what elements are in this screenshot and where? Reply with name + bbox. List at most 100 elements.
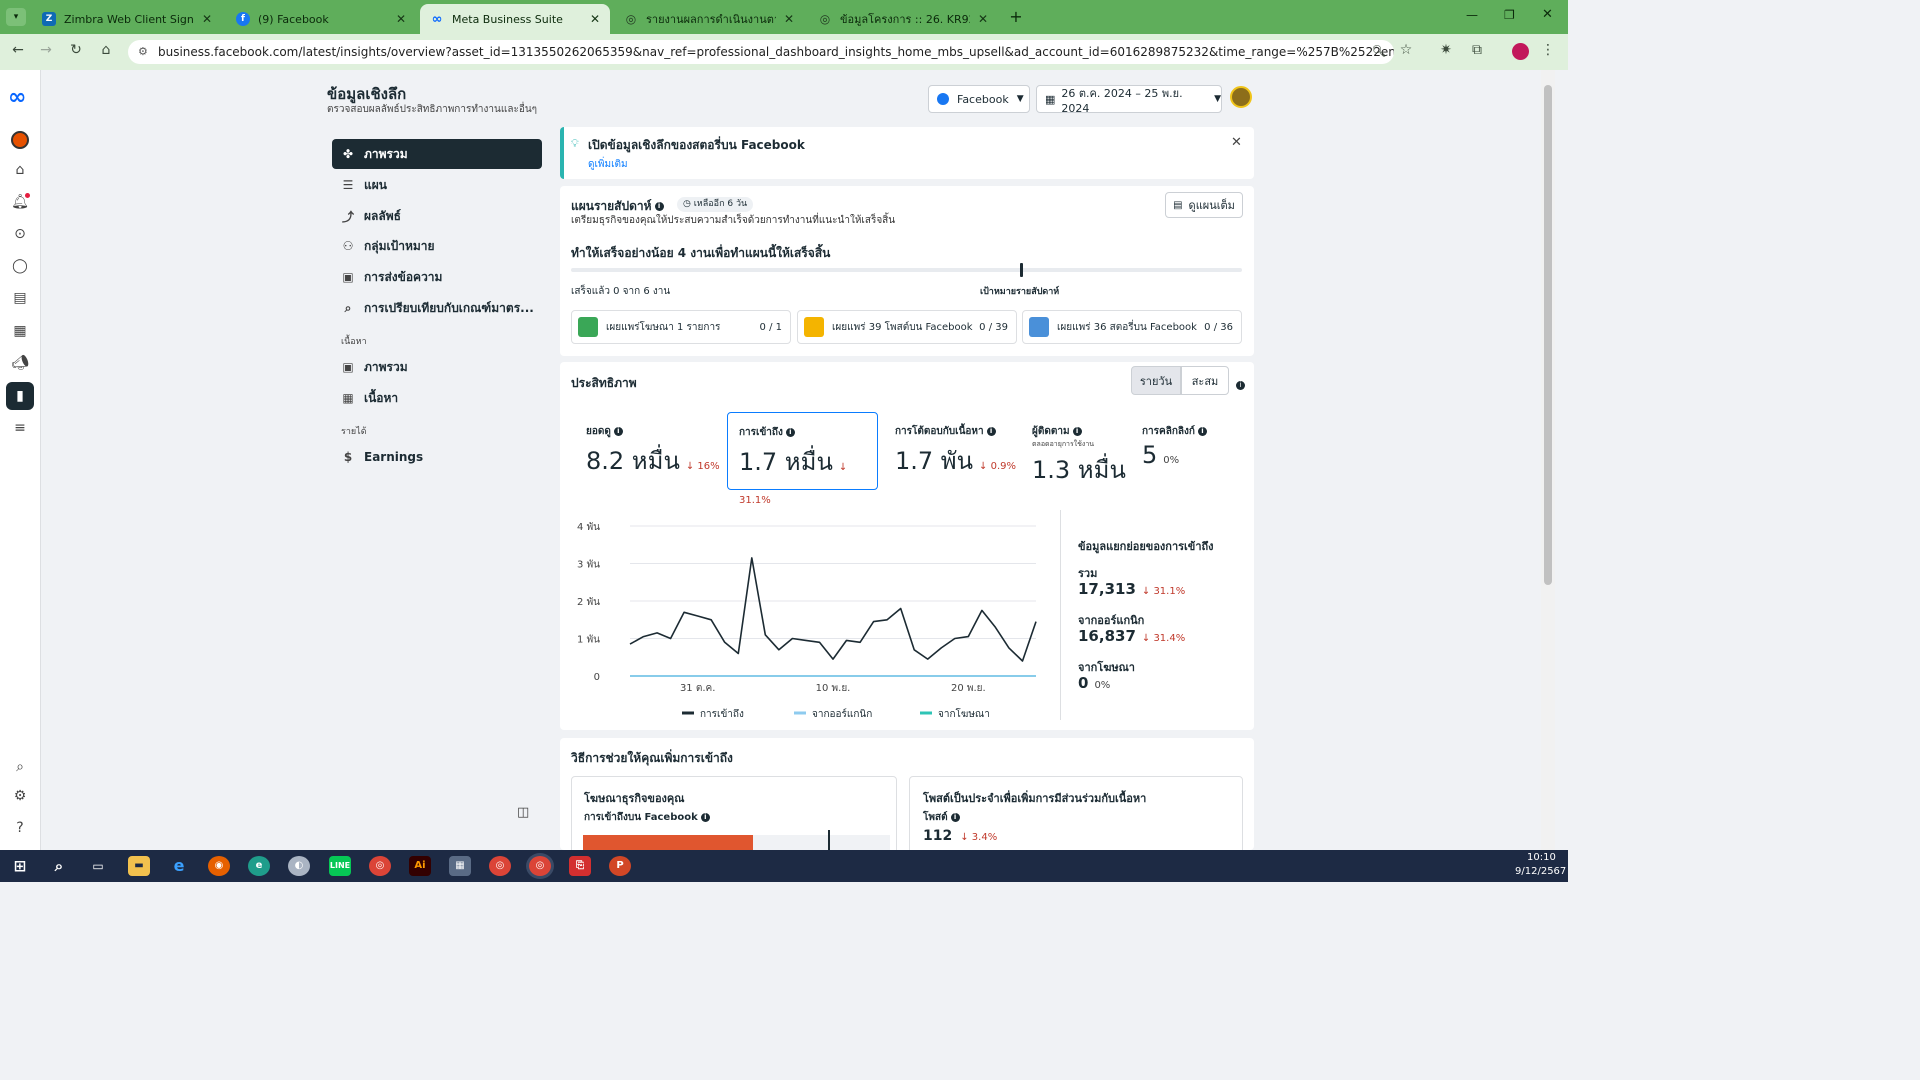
firefox-icon[interactable]: ◉ — [208, 856, 230, 876]
dollar-icon: $ — [343, 450, 353, 464]
close-icon[interactable]: ✕ — [978, 12, 988, 26]
internet-explorer-icon[interactable]: e — [168, 856, 190, 876]
scrollbar-thumb[interactable] — [1544, 85, 1552, 585]
zoom-icon[interactable]: 🔍︎ — [1369, 44, 1389, 58]
metric-link-clicks[interactable]: การคลิกลิงก์ i 5 0% — [1142, 412, 1232, 490]
task-publish-posts[interactable]: เผยแพร่ 39 โพสต์บน Facebook 0 / 39 — [797, 310, 1017, 344]
nav-audience[interactable]: ⚇ กลุ่มเป้าหมาย — [332, 231, 542, 261]
view-full-plan-button[interactable]: ▤ ดูแผนเต็ม — [1165, 192, 1243, 218]
account-avatar[interactable] — [1230, 86, 1252, 108]
close-icon[interactable]: ✕ — [202, 12, 212, 26]
nav-results[interactable]: ⤴ ผลลัพธ์ — [332, 201, 542, 231]
metric-reach[interactable]: การเข้าถึง i 1.7 หมื่น ↓ 31.1% — [727, 412, 878, 506]
new-tab-button[interactable]: + — [1006, 7, 1026, 27]
bookmark-star-icon[interactable]: ☆ — [1396, 42, 1416, 58]
help-icon[interactable]: ? — [10, 818, 30, 838]
home-icon[interactable]: ⌂ — [10, 160, 30, 180]
settings-gear-icon[interactable]: ⚙ — [10, 786, 30, 806]
platform-selector[interactable]: Facebook ▼ — [928, 85, 1030, 113]
chart-divider — [1060, 510, 1061, 720]
minimize-icon[interactable]: — — [1466, 8, 1478, 22]
days-left-badge: ◷ เหลืออีก 6 วัน — [677, 197, 754, 212]
tab-project-info[interactable]: ◎ ข้อมูลโครงการ :: 26. KR9209 จำนวน ✕ — [808, 4, 998, 34]
profile-avatar[interactable] — [1512, 43, 1529, 60]
nav-content[interactable]: ▦ เนื้อหา — [332, 383, 542, 413]
compass-icon[interactable]: ⊙ — [10, 224, 30, 244]
breakdown-title: ข้อมูลแยกย่อยของการเข้าถึง — [1078, 540, 1214, 553]
inbox-icon[interactable]: ◯ — [10, 256, 30, 276]
search-icon[interactable]: ⌕ — [48, 856, 70, 876]
calendar-icon[interactable]: ▦ — [10, 321, 30, 341]
tab-facebook[interactable]: f (9) Facebook ✕ — [226, 4, 416, 34]
search-icon[interactable]: ⌕ — [10, 757, 30, 777]
nav-messaging[interactable]: ▣ การส่งข้อความ — [332, 262, 542, 292]
chrome-profile-icon[interactable]: ◎ — [489, 856, 511, 876]
extension-icon[interactable]: ✷ — [1436, 42, 1456, 58]
breakdown-ads-change: 0% — [1094, 680, 1111, 691]
calculator-icon[interactable]: ▦ — [449, 856, 471, 876]
info-icon[interactable]: i — [654, 202, 664, 211]
close-icon[interactable]: ✕ — [590, 12, 600, 26]
file-explorer-icon[interactable]: ▬ — [128, 856, 150, 876]
info-icon[interactable]: i — [950, 812, 960, 822]
all-tools-icon[interactable]: ≡ — [10, 418, 30, 438]
task-publish-stories[interactable]: เผยแพร่ 36 สตอรี่บน Facebook 0 / 36 — [1022, 310, 1242, 344]
edge-icon[interactable]: e — [248, 856, 270, 876]
metric-followers[interactable]: ผู้ติดตาม i ตลอดอายุการใช้งาน 1.3 หมื่น — [1032, 412, 1132, 490]
post-change: ↓ 3.4% — [960, 832, 998, 843]
menu-icon[interactable]: ⋮ — [1538, 42, 1558, 58]
pdf-icon[interactable]: ⎘ — [569, 856, 591, 876]
nav-overview[interactable]: ✤ ภาพรวม — [332, 139, 542, 169]
info-icon[interactable]: i — [700, 812, 710, 822]
toggle-daily[interactable]: รายวัน — [1131, 366, 1181, 395]
toggle-cumulative[interactable]: สะสม — [1181, 366, 1229, 395]
banner-link[interactable]: ดูเพิ่มเติม — [588, 157, 628, 172]
meta-logo-icon[interactable]: ∞ — [8, 87, 26, 109]
tab-list-button[interactable]: ▾ — [6, 8, 26, 26]
page-avatar[interactable] — [11, 131, 29, 149]
reload-icon[interactable]: ↻ — [66, 42, 86, 58]
ads-megaphone-icon[interactable]: 📣︎ — [10, 353, 30, 373]
tab-meta-business-suite[interactable]: ∞ Meta Business Suite ✕ — [420, 4, 610, 34]
nav-content-overview[interactable]: ▣ ภาพรวม — [332, 352, 542, 382]
info-icon[interactable]: i — [613, 426, 623, 436]
nav-plan[interactable]: ☰ แผน — [332, 170, 542, 200]
forward-icon[interactable]: → — [36, 42, 56, 58]
info-icon[interactable]: i — [1233, 375, 1245, 394]
info-icon[interactable]: i — [1072, 426, 1082, 436]
nav-earnings[interactable]: $ Earnings — [332, 442, 542, 472]
date-range-selector[interactable]: ▦ 26 ต.ค. 2024 – 25 พ.ย. 2024 ▼ — [1036, 85, 1222, 115]
task-publish-ad[interactable]: เผยแพร่โฆษณา 1 รายการ 0 / 1 — [571, 310, 791, 344]
metric-views[interactable]: ยอดดู i 8.2 หมื่น ↓ 16% — [586, 412, 721, 490]
nav-label: แผน — [364, 177, 387, 192]
tab-zimbra[interactable]: Z Zimbra Web Client Sign In ✕ — [32, 4, 222, 34]
close-icon[interactable]: ✕ — [396, 12, 406, 26]
line-icon[interactable]: LINE — [329, 856, 351, 876]
info-icon[interactable]: i — [986, 426, 996, 436]
puzzle-icon[interactable]: ⧉ — [1467, 42, 1487, 58]
tab-kr-report[interactable]: ◎ รายงานผลการดำเนินงานตาม KRs ✕ — [614, 4, 804, 34]
address-bar[interactable]: ⚙ business.facebook.com/latest/insights/… — [128, 40, 1394, 64]
info-icon[interactable]: i — [785, 427, 795, 437]
back-icon[interactable]: ← — [8, 42, 28, 58]
home-icon[interactable]: ⌂ — [96, 42, 116, 58]
windows-start-icon[interactable]: ⊞ — [9, 856, 31, 876]
restore-icon[interactable]: ❐ — [1504, 8, 1515, 22]
insights-icon[interactable]: ▮ — [6, 382, 34, 410]
powerpoint-icon[interactable]: P — [609, 856, 631, 876]
chrome-active-icon[interactable]: ◎ — [529, 856, 551, 876]
close-icon[interactable]: ✕ — [784, 12, 794, 26]
task-view-icon[interactable]: ▭ — [87, 856, 109, 876]
window-close-icon[interactable]: ✕ — [1542, 7, 1553, 22]
info-icon[interactable]: i — [1197, 426, 1207, 436]
metric-content-interactions[interactable]: การโต้ตอบกับเนื้อหา i 1.7 พัน ↓ 0.9% — [895, 412, 1025, 490]
chrome-icon[interactable]: ◎ — [369, 856, 391, 876]
collapse-sidebar-icon[interactable]: ◫ — [517, 805, 529, 820]
metric-value: 1.3 หมื่น — [1032, 456, 1126, 484]
site-info-icon[interactable]: ⚙ — [138, 40, 148, 64]
nav-benchmark[interactable]: ⌕ การเปรียบเทียบกับเกณฑ์มาตร... — [332, 293, 542, 323]
content-icon[interactable]: ▤ — [10, 288, 30, 308]
close-icon[interactable]: ✕ — [1231, 135, 1242, 150]
app-icon[interactable]: ◐ — [288, 856, 310, 876]
illustrator-icon[interactable]: Ai — [409, 856, 431, 876]
